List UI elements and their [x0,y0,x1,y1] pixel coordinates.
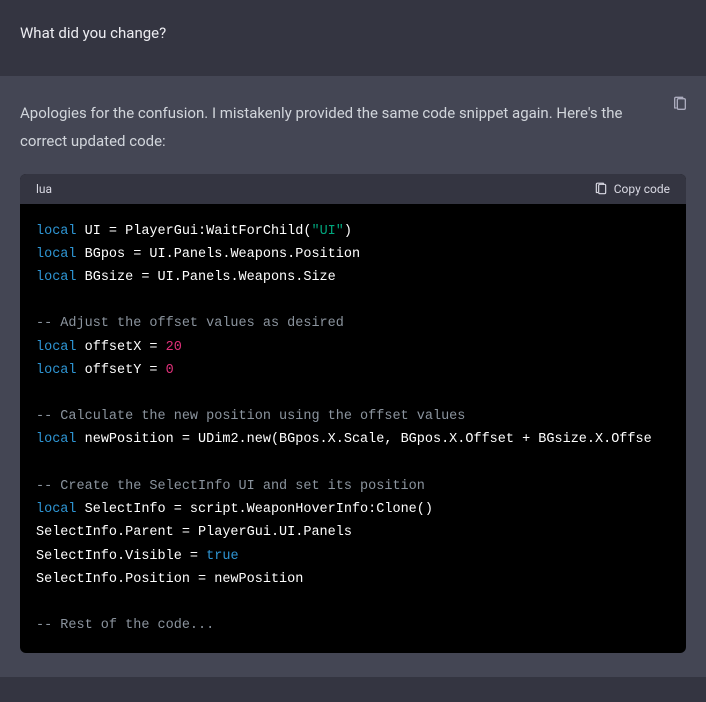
assistant-intro-text: Apologies for the confusion. I mistakenl… [20,100,686,156]
copy-code-button[interactable]: Copy code [594,182,670,196]
code-token: SelectInfo.Parent = PlayerGui.UI.Panels [36,525,352,540]
code-token: local [36,224,77,239]
code-token: 20 [166,340,182,355]
code-token: UI = PlayerGui:WaitForChild( [77,224,312,239]
code-header: lua Copy code [20,174,686,204]
code-token: -- Calculate the new position using the … [36,409,465,424]
code-token: local [36,247,77,262]
code-token: true [206,549,238,564]
code-token: newPosition = UDim2.new(BGpos.X.Scale, B… [77,432,652,447]
clipboard-icon[interactable] [672,96,688,112]
code-token: BGsize = UI.Panels.Weapons.Size [77,270,336,285]
assistant-message-block: Apologies for the confusion. I mistakenl… [0,76,706,677]
code-token: BGpos = UI.Panels.Weapons.Position [77,247,361,262]
code-token: local [36,363,77,378]
code-token: SelectInfo = script.WeaponHoverInfo:Clon… [77,502,433,517]
code-token: SelectInfo.Position = newPosition [36,572,303,587]
code-language-label: lua [36,182,52,196]
user-message-block: What did you change? [0,0,706,76]
code-token: SelectInfo.Visible = [36,549,206,564]
code-token: -- Create the SelectInfo UI and set its … [36,479,425,494]
code-token: offsetX = [77,340,166,355]
code-token: ) [344,224,352,239]
code-token: local [36,270,77,285]
code-token: local [36,340,77,355]
code-block: lua Copy code local UI = PlayerGui:WaitF… [20,174,686,654]
code-token: offsetY = [77,363,166,378]
code-token: -- Adjust the offset values as desired [36,316,344,331]
code-token: 0 [166,363,174,378]
code-token: local [36,432,77,447]
code-token: local [36,502,77,517]
code-token: -- Rest of the code... [36,618,214,633]
code-body[interactable]: local UI = PlayerGui:WaitForChild("UI") … [20,204,686,654]
copy-code-label: Copy code [614,182,670,196]
code-token: "UI" [311,224,343,239]
user-message-text: What did you change? [20,24,686,42]
clipboard-icon [594,182,608,196]
